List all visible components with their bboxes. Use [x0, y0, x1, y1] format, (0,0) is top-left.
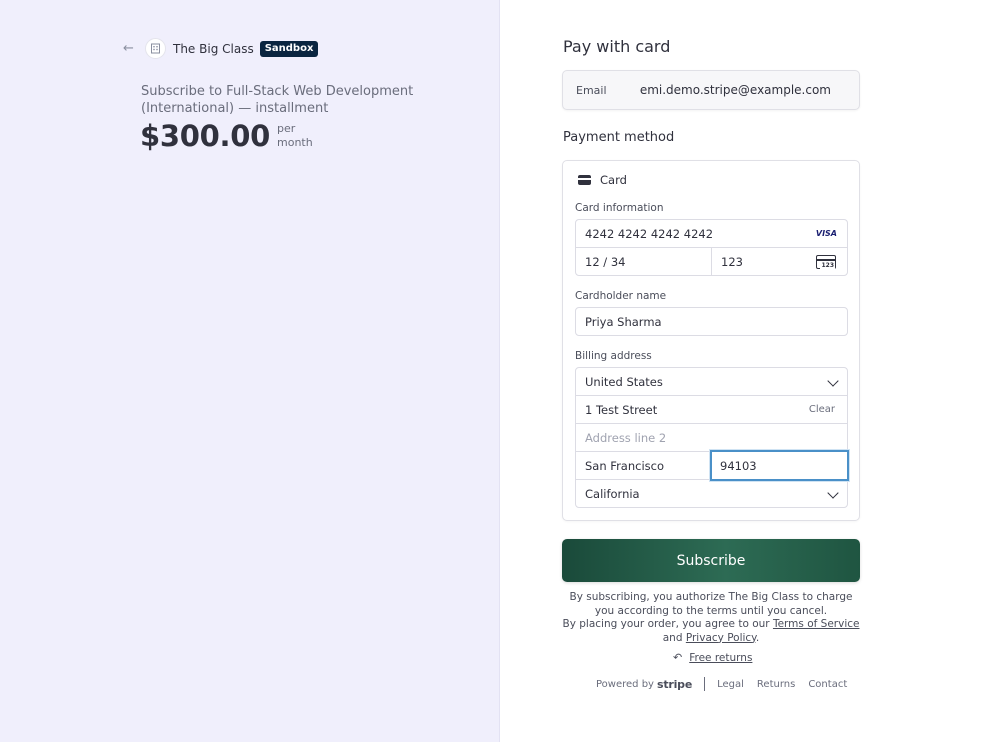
email-label: Email [576, 84, 607, 97]
merchant-name: The Big Class [173, 41, 254, 56]
address-line1-value: 1 Test Street [585, 402, 658, 417]
payment-method-panel: Card Card information 4242 4242 4242 424… [562, 160, 860, 521]
expiry-input[interactable]: 12 / 34 [575, 247, 712, 276]
card-tab-label: Card [600, 173, 627, 187]
address-line1-input[interactable]: 1 Test Street Clear [575, 395, 848, 424]
payment-method-heading: Payment method [563, 130, 675, 145]
country-select[interactable]: United States [575, 367, 848, 396]
stripe-logo[interactable]: stripe [657, 678, 692, 691]
visa-icon: VISA [815, 229, 837, 238]
terms-and: and [662, 631, 683, 644]
card-tab[interactable]: Card [578, 173, 627, 187]
footer-divider [704, 677, 706, 691]
cardholder-name-value: Priya Sharma [585, 314, 662, 329]
terms-of-service-link[interactable]: Terms of Service [773, 618, 860, 630]
cardholder-name-input[interactable]: Priya Sharma [575, 307, 848, 336]
cvc-card-icon: 123 [816, 255, 836, 269]
city-input[interactable]: San Francisco [575, 451, 712, 480]
state-value: California [585, 486, 640, 501]
clear-address-button[interactable]: Clear [809, 404, 835, 415]
privacy-policy-link[interactable]: Privacy Policy [686, 632, 756, 644]
product-title: Subscribe to Full-Stack Web Development … [141, 84, 414, 116]
footer: Powered by stripe Legal Returns Contact [596, 677, 860, 691]
billing-address-label: Billing address [575, 350, 652, 362]
payment-pane: Pay with card Email emi.demo.stripe@exam… [500, 0, 1000, 742]
zip-value: 94103 [720, 458, 757, 473]
address-line2-input[interactable]: Address line 2 [575, 423, 848, 452]
per-label: per [277, 122, 296, 135]
card-information-label: Card information [575, 202, 664, 214]
city-value: San Francisco [585, 458, 665, 473]
billing-period: per month [277, 122, 313, 150]
terms-agreement: By placing your order, you agree to our [562, 618, 770, 630]
page-title: Pay with card [563, 37, 671, 56]
country-value: United States [585, 374, 663, 389]
terms-text: By subscribing, you authorize The Big Cl… [562, 591, 860, 645]
cvc-icon-text: 123 [820, 262, 835, 269]
cardholder-name-label: Cardholder name [575, 290, 667, 302]
merchant-logo-icon [145, 38, 166, 59]
return-arrow-icon: ↶ [673, 651, 683, 664]
free-returns-link[interactable]: Free returns [689, 652, 752, 664]
back-arrow-icon[interactable]: ← [123, 41, 137, 56]
terms-period: . [755, 631, 760, 644]
card-number-input[interactable]: 4242 4242 4242 4242 VISA [575, 219, 848, 248]
cvc-value: 123 [721, 254, 743, 269]
contact-link[interactable]: Contact [808, 679, 847, 690]
subscribe-button[interactable]: Subscribe [562, 539, 860, 582]
chevron-down-icon [827, 487, 839, 499]
terms-authorization: By subscribing, you authorize The Big Cl… [569, 591, 853, 617]
cvc-input[interactable]: 123 123 [711, 247, 848, 276]
card-number-value: 4242 4242 4242 4242 [585, 226, 714, 241]
legal-link[interactable]: Legal [717, 679, 744, 690]
order-summary-pane: ← The Big Class Sandbox Subscribe to Ful… [0, 0, 500, 742]
zip-input[interactable]: 94103 [710, 450, 849, 481]
expiry-value: 12 / 34 [585, 254, 626, 269]
sandbox-badge: Sandbox [259, 40, 319, 57]
merchant-header: ← The Big Class Sandbox [123, 38, 319, 59]
email-field[interactable]: Email emi.demo.stripe@example.com [562, 70, 860, 110]
period-label: month [277, 136, 313, 149]
price: $300.00 [140, 119, 270, 153]
credit-card-icon [578, 175, 591, 185]
chevron-down-icon [827, 375, 839, 387]
price-row: $300.00 per month [140, 119, 313, 153]
address-line2-placeholder: Address line 2 [585, 430, 667, 445]
returns-link[interactable]: Returns [757, 679, 795, 690]
powered-by-label: Powered by [596, 678, 654, 690]
building-icon [151, 43, 160, 54]
free-returns[interactable]: ↶ Free returns [673, 651, 752, 664]
state-select[interactable]: California [575, 479, 848, 508]
email-value: emi.demo.stripe@example.com [639, 83, 831, 97]
